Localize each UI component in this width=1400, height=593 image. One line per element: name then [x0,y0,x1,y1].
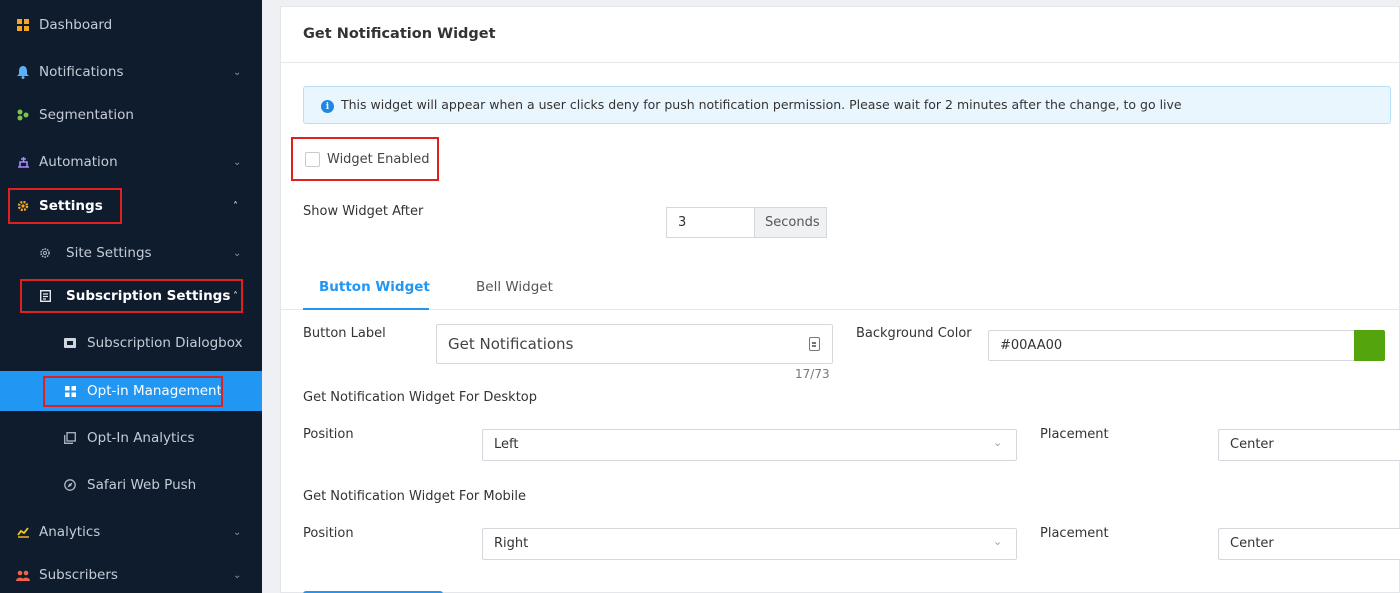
sidebar-item-label: Notifications [39,64,124,80]
sidebar-item-label: Subscribers [39,567,118,583]
show-widget-after-group: 3 Seconds [666,207,827,238]
sidebar-item-safari-web-push[interactable]: Safari Web Push [0,465,262,505]
sidebar-item-segmentation[interactable]: Segmentation [0,95,262,135]
mobile-position-value: Right [494,536,529,551]
info-alert: i This widget will appear when a user cl… [303,86,1391,124]
settings-cog-icon [38,246,52,260]
color-swatch[interactable] [1354,330,1385,361]
desktop-placement-value: Center [1230,437,1274,452]
mobile-section-title: Get Notification Widget For Mobile [303,489,527,504]
desktop-position-value: Left [494,437,519,452]
mobile-position-select[interactable]: Right ⌄ [482,528,1017,560]
desktop-position-label: Position [303,427,354,442]
mobile-placement-label: Placement [1040,526,1109,541]
highlight-box [43,376,223,407]
dashboard-icon [16,18,30,32]
sidebar-item-label: Automation [39,154,118,170]
show-widget-after-input[interactable]: 3 [666,207,754,238]
sidebar-item-label: Subscription Dialogbox [87,335,243,351]
chevron-up-icon: ˄ [233,200,238,212]
widget-card: Get Notification Widget i This widget wi… [280,6,1400,593]
highlight-box [8,188,122,224]
bell-icon [16,65,30,79]
highlight-box [291,137,439,181]
sidebar-item-label: Safari Web Push [87,477,197,493]
info-icon: i [321,100,334,113]
tabs-divider [281,309,1400,310]
background-color-value: #00AA00 [1000,338,1063,353]
sidebar: Dashboard Notifications ⌄ Segmentation A… [0,0,262,593]
sidebar-item-label: Opt-In Analytics [87,430,195,446]
mobile-placement-select[interactable]: Center [1218,528,1400,560]
sidebar-item-subscribers[interactable]: Subscribers ⌄ [0,555,262,593]
chevron-down-icon: ⌄ [233,66,242,78]
sidebar-item-label: Dashboard [39,17,113,33]
button-label-value: Get Notifications [448,335,574,353]
desktop-placement-label: Placement [1040,427,1109,442]
sidebar-item-notifications[interactable]: Notifications ⌄ [0,52,262,92]
automation-icon [16,155,30,169]
desktop-position-select[interactable]: Left ⌄ [482,429,1017,461]
active-tab-indicator [303,308,429,310]
background-color-label: Background Color [856,326,972,341]
chart-icon [16,525,30,539]
sidebar-item-label: Analytics [39,524,101,540]
compass-icon [63,478,77,492]
sidebar-item-site-settings[interactable]: Site Settings ⌄ [0,233,262,273]
info-alert-text: This widget will appear when a user clic… [341,97,1182,112]
sidebar-item-label: Segmentation [39,107,134,123]
desktop-placement-select[interactable]: Center [1218,429,1400,461]
button-label-input[interactable]: Get Notifications [436,324,833,364]
chevron-down-icon: ⌄ [233,156,242,168]
button-label-label: Button Label [303,326,386,341]
show-widget-after-label: Show Widget After [303,204,424,219]
sidebar-item-automation[interactable]: Automation ⌄ [0,142,262,182]
users-icon [16,568,30,582]
sidebar-item-opt-in-analytics[interactable]: Opt-In Analytics [0,418,262,458]
chevron-down-icon: ⌄ [233,569,242,581]
sidebar-item-analytics[interactable]: Analytics ⌄ [0,512,262,552]
sidebar-item-dashboard[interactable]: Dashboard [0,5,262,45]
highlight-box [20,279,243,313]
text-field-icon [809,337,820,351]
background-color-input[interactable]: #00AA00 [988,330,1355,361]
desktop-section-title: Get Notification Widget For Desktop [303,390,537,405]
sidebar-item-subscription-dialogbox[interactable]: Subscription Dialogbox [0,323,262,363]
seconds-addon: Seconds [754,207,827,238]
char-counter: 17/73 [795,367,830,381]
chevron-down-icon: ⌄ [233,247,242,259]
mobile-placement-value: Center [1230,536,1274,551]
analytics-copy-icon [63,431,77,445]
card-header: Get Notification Widget [281,7,1400,63]
chevron-down-icon: ⌄ [993,535,1003,548]
chevron-down-icon: ⌄ [993,436,1003,449]
mobile-position-label: Position [303,526,354,541]
chevron-down-icon: ⌄ [233,526,242,538]
sidebar-item-label: Site Settings [66,245,152,261]
card-title: Get Notification Widget [303,26,496,42]
segmentation-icon [16,108,30,122]
dialogbox-icon [63,336,77,350]
